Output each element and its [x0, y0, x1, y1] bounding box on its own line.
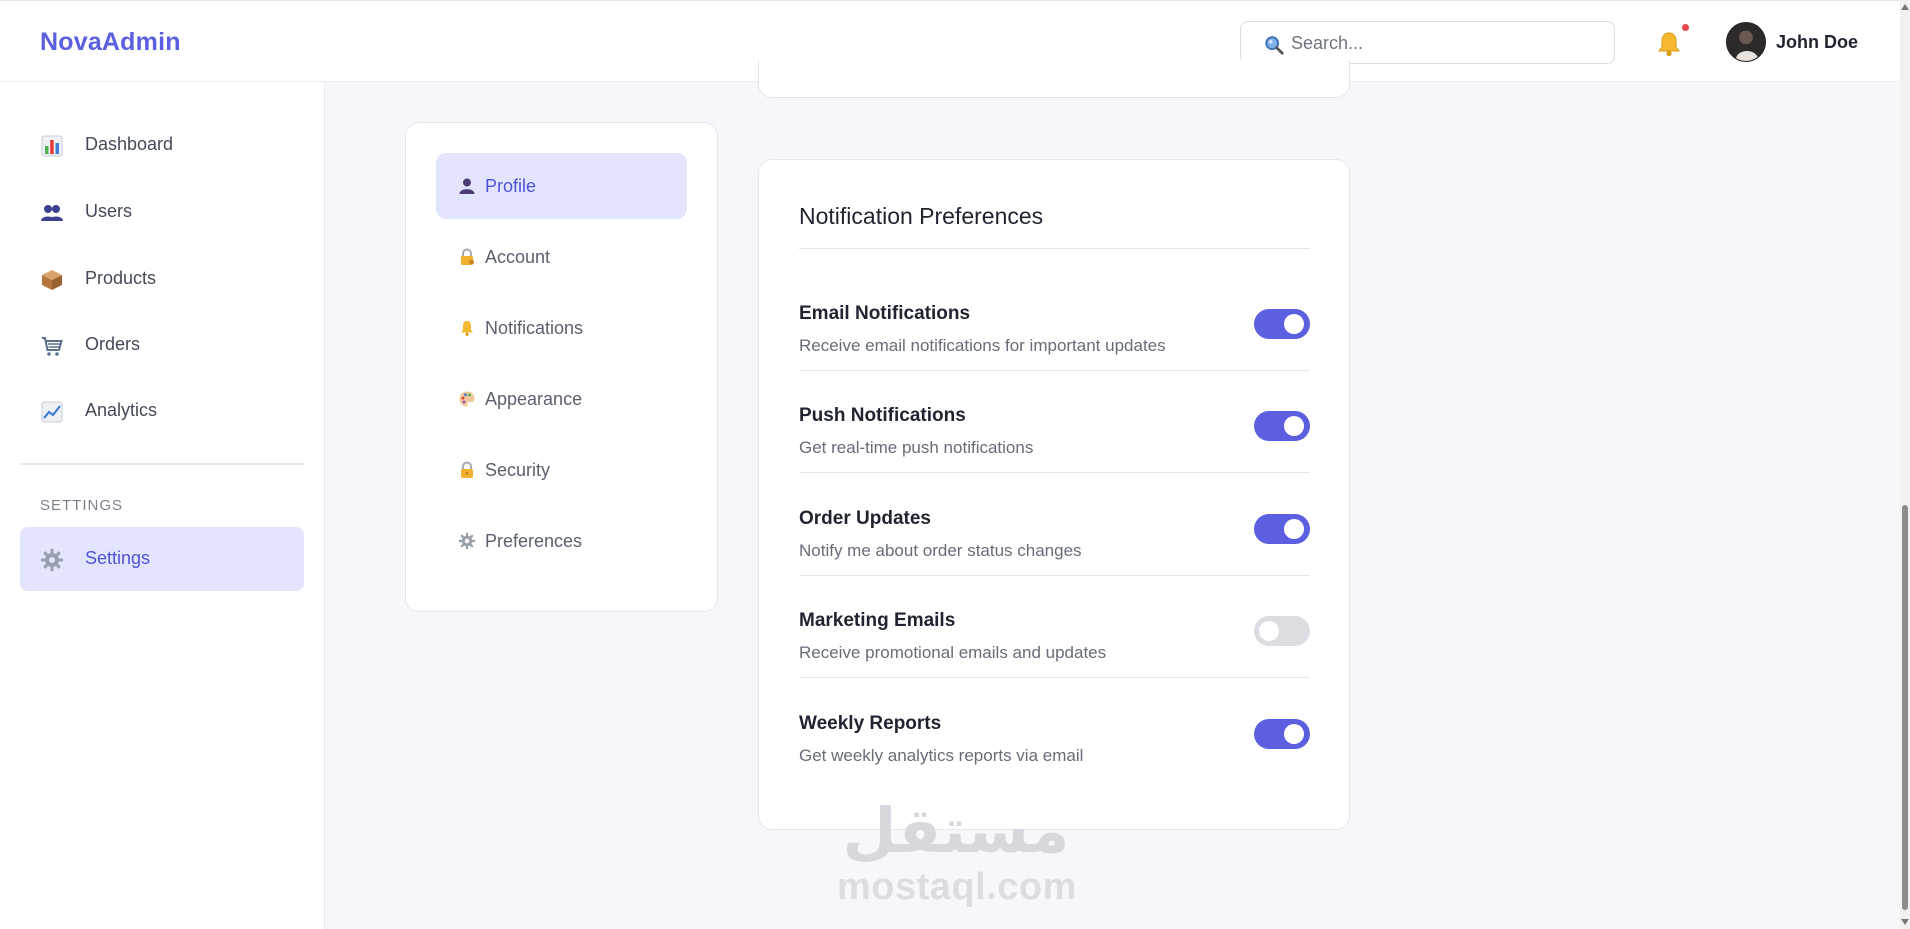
- users-icon: [41, 205, 63, 221]
- search-input[interactable]: [1291, 30, 1601, 56]
- settings-tab-label: Profile: [485, 176, 537, 196]
- settings-menu: Profile Account Notifications Appearance: [405, 122, 718, 612]
- notification-preferences-card: Notification Preferences Email Notificat…: [758, 159, 1350, 830]
- sidebar-item-dashboard[interactable]: Dashboard: [20, 113, 304, 177]
- scroll-down-arrow[interactable]: [1901, 919, 1909, 925]
- trend-chart-icon: [41, 401, 63, 423]
- settings-tab-preferences[interactable]: Preferences: [436, 508, 687, 574]
- pref-row-marketing: Marketing Emails Receive promotional ema…: [799, 610, 1310, 712]
- sidebar-item-label: Orders: [85, 334, 141, 354]
- sidebar-item-products[interactable]: Products: [20, 247, 304, 311]
- lock-key-icon: [461, 248, 474, 265]
- pref-name: Push Notifications: [799, 405, 966, 426]
- notification-badge: [1682, 24, 1689, 31]
- row-divider: [799, 472, 1310, 473]
- settings-tab-account[interactable]: Account: [436, 224, 687, 290]
- sidebar-item-settings[interactable]: Settings: [20, 527, 304, 591]
- cart-icon: [42, 337, 63, 356]
- weekly-reports-toggle[interactable]: [1254, 719, 1310, 749]
- user-name[interactable]: John Doe: [1776, 32, 1858, 53]
- bar-chart-icon: [41, 135, 63, 157]
- sidebar-item-label: Analytics: [85, 400, 158, 420]
- pref-name: Weekly Reports: [799, 713, 942, 734]
- email-notifications-toggle[interactable]: [1254, 309, 1310, 339]
- sidebar-item-label: Settings: [85, 548, 151, 568]
- card-title: Notification Preferences: [799, 203, 1044, 229]
- row-divider: [799, 370, 1310, 371]
- settings-tab-notifications[interactable]: Notifications: [436, 295, 687, 361]
- watermark-logo: مستقل: [843, 794, 1070, 867]
- pref-row-email: Email Notifications Receive email notifi…: [799, 303, 1310, 405]
- pref-description: Receive email notifications for importan…: [799, 336, 1166, 355]
- sidebar-item-analytics[interactable]: Analytics: [20, 379, 304, 443]
- bell-icon: [461, 321, 473, 336]
- gear-icon: [41, 549, 63, 571]
- page-scrollbar[interactable]: [1900, 0, 1910, 929]
- previous-settings-card: [758, 60, 1350, 98]
- package-icon: [42, 270, 62, 290]
- pref-description: Get real-time push notifications: [799, 438, 1034, 457]
- pref-name: Marketing Emails: [799, 610, 956, 631]
- palette-icon: [459, 391, 475, 407]
- person-icon: [459, 178, 475, 194]
- sidebar-section-label: SETTINGS: [40, 497, 124, 514]
- settings-tab-label: Notifications: [485, 318, 584, 338]
- pref-name: Order Updates: [799, 508, 931, 529]
- sidebar: Dashboard Users Products Orders Analytic…: [0, 82, 325, 929]
- pref-description: Notify me about order status changes: [799, 541, 1082, 560]
- pref-description: Get weekly analytics reports via email: [799, 746, 1084, 765]
- sidebar-item-label: Products: [85, 268, 157, 288]
- sidebar-divider: [20, 463, 304, 465]
- marketing-emails-toggle[interactable]: [1254, 616, 1310, 646]
- gear-icon: [458, 532, 476, 550]
- row-divider: [799, 677, 1310, 678]
- scroll-up-arrow[interactable]: [1901, 4, 1909, 10]
- title-divider: [799, 248, 1310, 249]
- settings-tab-label: Appearance: [485, 389, 583, 409]
- settings-tab-label: Account: [485, 247, 551, 267]
- svg-text:مستقل: مستقل: [843, 794, 1070, 867]
- pref-description: Receive promotional emails and updates: [799, 643, 1107, 662]
- settings-tab-security[interactable]: Security: [436, 437, 687, 503]
- settings-tab-appearance[interactable]: Appearance: [436, 366, 687, 432]
- settings-tab-label: Preferences: [485, 531, 583, 551]
- settings-tab-profile[interactable]: Profile: [436, 153, 687, 219]
- settings-tab-label: Security: [485, 460, 551, 480]
- row-divider: [799, 575, 1310, 576]
- push-notifications-toggle[interactable]: [1254, 411, 1310, 441]
- sidebar-item-users[interactable]: Users: [20, 180, 304, 244]
- pref-name: Email Notifications: [799, 303, 971, 324]
- notification-bell-icon[interactable]: [1654, 29, 1684, 59]
- app-logo[interactable]: NovaAdmin: [40, 28, 181, 57]
- order-updates-toggle[interactable]: [1254, 514, 1310, 544]
- search-box[interactable]: [1240, 21, 1615, 64]
- sidebar-item-label: Users: [85, 201, 133, 221]
- search-icon: [1265, 36, 1284, 55]
- pref-row-push: Push Notifications Get real-time push no…: [799, 405, 1310, 507]
- pref-row-order-updates: Order Updates Notify me about order stat…: [799, 508, 1310, 610]
- watermark-text: mostaql.com: [837, 866, 1077, 908]
- sidebar-item-label: Dashboard: [85, 134, 174, 154]
- lock-icon: [461, 461, 473, 478]
- scroll-thumb[interactable]: [1902, 505, 1908, 910]
- avatar[interactable]: [1726, 22, 1766, 62]
- sidebar-item-orders[interactable]: Orders: [20, 313, 304, 377]
